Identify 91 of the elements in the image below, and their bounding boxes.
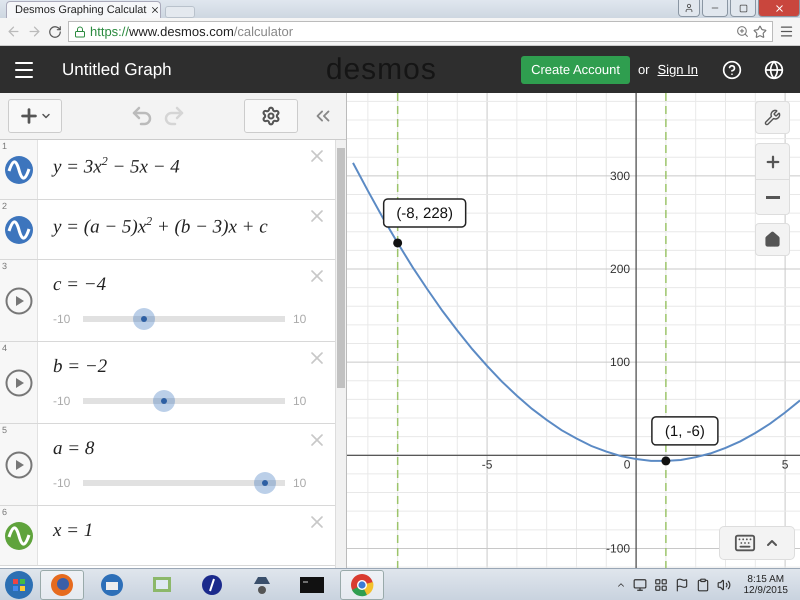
sign-in-link[interactable]: Sign In xyxy=(658,62,698,77)
point-marker[interactable] xyxy=(661,456,670,466)
annotation: (-8, 228) xyxy=(396,204,454,222)
user-button[interactable] xyxy=(678,0,700,17)
line-number: 4 xyxy=(2,343,8,353)
tick-label: 300 xyxy=(610,168,630,183)
play-icon[interactable] xyxy=(4,368,32,396)
slider-thumb[interactable] xyxy=(132,308,155,330)
scrollbar[interactable] xyxy=(335,140,346,568)
fox-icon xyxy=(50,572,74,596)
play-icon[interactable] xyxy=(4,450,32,478)
slider-min: -10 xyxy=(53,476,72,490)
play-icon[interactable] xyxy=(4,286,32,314)
forward-icon xyxy=(27,24,42,39)
coordinate-label: (-8, 228) xyxy=(382,198,466,228)
tick-label: 100 xyxy=(610,355,630,370)
close-button[interactable] xyxy=(758,0,800,17)
browser-tab[interactable]: Desmos Graphing Calculat xyxy=(6,1,161,18)
url-text: https://www.desmos.com/calculator xyxy=(90,24,294,39)
keyboard-button[interactable] xyxy=(719,526,795,560)
tick-label: 200 xyxy=(610,262,630,276)
reload-icon xyxy=(48,24,62,38)
redo-icon xyxy=(162,104,186,128)
user-icon xyxy=(684,3,694,13)
chrome-icon xyxy=(350,572,374,596)
keyboard-icon xyxy=(734,532,756,554)
clock-time: 8:15 AM xyxy=(747,574,784,584)
math-expression[interactable]: a = 8 xyxy=(53,438,335,460)
tick-label: 5 xyxy=(782,457,788,472)
minus-icon xyxy=(766,196,780,198)
clipboard-icon xyxy=(696,578,710,592)
clock-date: 12/9/2015 xyxy=(744,584,788,596)
address-field[interactable]: https://www.desmos.com/calculator xyxy=(68,21,773,42)
wave-icon[interactable] xyxy=(4,216,32,244)
tab-title: Desmos Graphing Calculat xyxy=(15,4,146,16)
mail-icon xyxy=(100,572,124,596)
wave-icon[interactable] xyxy=(4,156,32,184)
back-icon xyxy=(6,24,21,39)
undo-icon xyxy=(130,104,154,128)
graph-title[interactable]: Untitled Graph xyxy=(62,60,172,80)
line-number: 1 xyxy=(2,141,8,151)
star-icon xyxy=(753,24,767,38)
flag-icon xyxy=(674,578,688,592)
zoom-icon xyxy=(736,24,749,38)
line-number: 6 xyxy=(2,507,8,517)
add-button[interactable] xyxy=(8,99,62,133)
maximize-icon xyxy=(738,4,748,12)
slider-min: -10 xyxy=(53,394,72,408)
annotation: (1, -6) xyxy=(664,422,705,440)
math-expression[interactable]: y = 3x$^{2}$ − 5x − 4 xyxy=(53,154,335,178)
slider-thumb[interactable] xyxy=(152,390,175,412)
math-expression[interactable]: y = (a − 5)x$^{2}$ + (b − 3)x + c xyxy=(53,214,335,238)
wave-icon[interactable] xyxy=(4,522,32,550)
tick-label: -5 xyxy=(482,457,492,472)
line-number: 3 xyxy=(2,261,8,271)
slider-thumb[interactable] xyxy=(254,472,276,494)
slider-max: 10 xyxy=(293,476,308,490)
maximize-button[interactable] xyxy=(730,0,756,17)
math-expression[interactable]: x = 1 xyxy=(53,520,335,542)
home-icon xyxy=(764,231,781,248)
help-icon xyxy=(722,60,742,80)
line-number: 2 xyxy=(2,201,8,211)
graph-canvas[interactable]: -5 0 5 -100 100 200 300 (-8, 228) (1, -6) xyxy=(347,93,800,568)
speaker-icon xyxy=(716,578,730,592)
math-expression[interactable]: b = −2 xyxy=(53,356,335,378)
grid-icon xyxy=(654,578,668,592)
home-button[interactable] xyxy=(755,223,790,256)
plus-icon xyxy=(18,105,40,127)
close-icon xyxy=(774,2,784,14)
globe-icon xyxy=(764,60,784,80)
tick-label: -100 xyxy=(606,541,630,556)
terminal-icon xyxy=(300,574,324,594)
settings-icon xyxy=(261,106,281,126)
disc-icon xyxy=(200,572,224,596)
or-text: or xyxy=(638,62,650,77)
plus-icon xyxy=(764,152,782,170)
origin-label: 0 xyxy=(624,457,630,472)
slider-max: 10 xyxy=(293,312,308,326)
slider-min: -10 xyxy=(53,312,72,326)
start-button[interactable] xyxy=(4,570,34,600)
monitor-icon xyxy=(632,578,646,592)
math-expression[interactable]: c = −4 xyxy=(53,274,335,296)
wrench-button[interactable] xyxy=(755,101,790,134)
settings-button[interactable] xyxy=(244,99,298,133)
wrench-icon xyxy=(764,109,781,126)
slider-max: 10 xyxy=(293,394,308,408)
line-number: 5 xyxy=(2,425,8,435)
close-icon[interactable] xyxy=(150,5,160,15)
menu-icon xyxy=(779,24,794,39)
coordinate-label: (1, -6) xyxy=(651,416,719,446)
point-marker[interactable] xyxy=(393,238,402,248)
